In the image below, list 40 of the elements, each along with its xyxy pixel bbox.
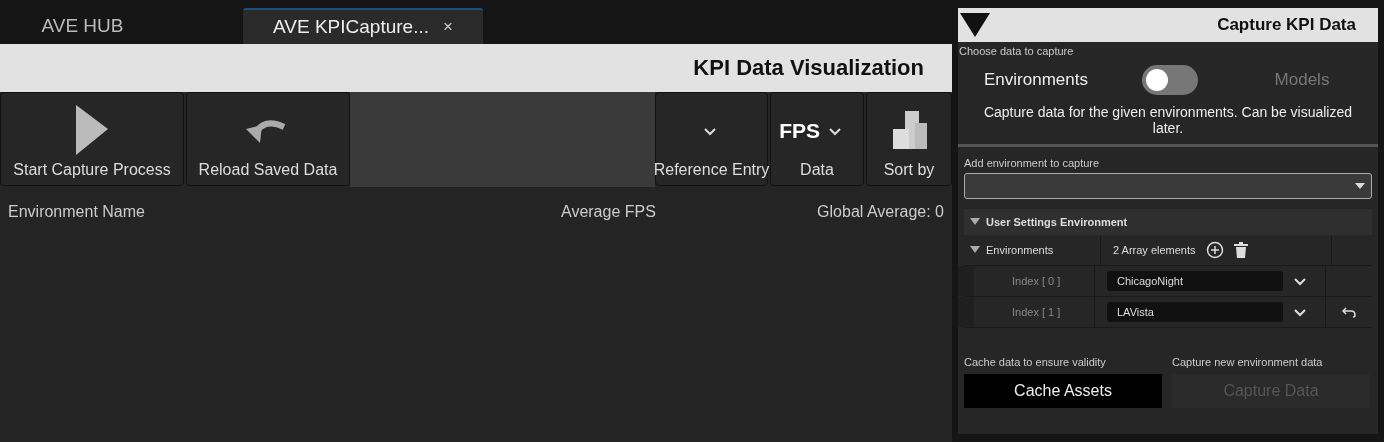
toggle-label: Models (1273, 70, 1331, 90)
column-header: Average FPS (561, 203, 657, 221)
trash-icon (1233, 242, 1248, 258)
value-field[interactable]: ChicagoNight (1107, 271, 1283, 291)
tab[interactable]: AVE KPICapture... × (243, 8, 483, 44)
toggle-switch[interactable] (1141, 65, 1198, 95)
dropdown-value: FPS (779, 119, 821, 143)
category-header[interactable]: User Settings Environment (964, 209, 1372, 235)
toggle-label: Environments (984, 70, 1088, 90)
tab[interactable]: AVE HUB (0, 8, 165, 44)
chevron-down-icon (1293, 307, 1307, 317)
chevron-down-icon (703, 126, 718, 136)
index-label: Index [ 0 ] (1012, 275, 1061, 287)
close-button[interactable]: × (443, 17, 453, 37)
toolbar-button[interactable]: Sort by (866, 92, 952, 186)
caret-down-icon (970, 218, 980, 226)
chevron-down-icon (828, 126, 843, 136)
value-field[interactable]: LAVista (1107, 302, 1283, 322)
action-caption: Cache data to ensure validity (964, 356, 1107, 368)
global-average: Global Average: 0 (817, 203, 944, 221)
field-label: Add environment to capture (963, 156, 1101, 171)
chevron-down-icon (1293, 276, 1307, 286)
toolbar-button[interactable]: Start Capture Process (0, 92, 184, 186)
toolbar-button[interactable]: Reference Entry (655, 92, 768, 186)
add-icon (1205, 241, 1224, 259)
toolbar-button[interactable]: FPS Data (770, 92, 864, 186)
action-button[interactable]: Cache Assets (964, 374, 1162, 408)
caret-down-icon (1355, 183, 1365, 189)
array-count: 2 Array elements (1113, 244, 1196, 256)
action-caption: Capture new environment data (1172, 356, 1324, 368)
page-title: KPI Data Visualization (693, 55, 924, 81)
environment-dropdown[interactable] (964, 173, 1372, 199)
description-text: Capture data for the given environments. Can be visualized later. (958, 100, 1378, 147)
panel-title: Capture KPI Data (1217, 15, 1356, 35)
triangle-down-icon (958, 11, 992, 39)
toolbar-button[interactable]: Reload Saved Data (186, 92, 350, 186)
index-label: Index [ 1 ] (1012, 306, 1061, 318)
column-header: Environment Name (8, 203, 146, 221)
section-label: Choose data to capture (958, 44, 1075, 59)
property-name: Environments (986, 244, 1054, 256)
